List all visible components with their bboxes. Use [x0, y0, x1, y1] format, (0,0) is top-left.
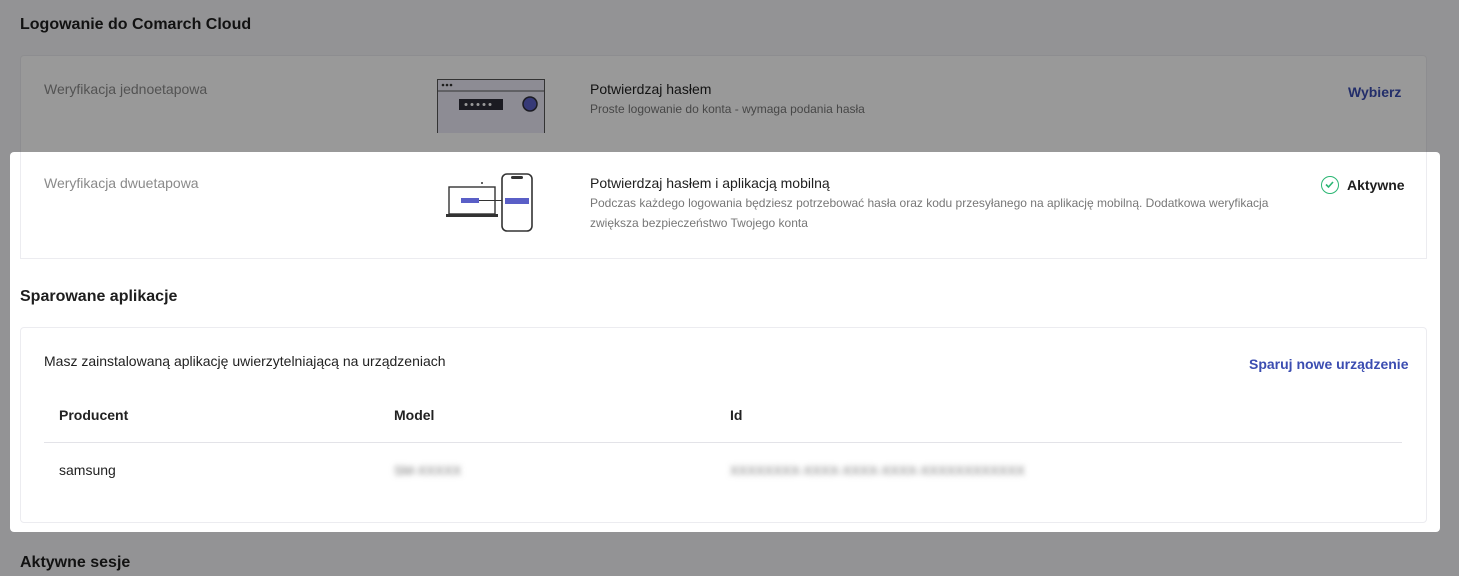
- laptop-phone-illustration-icon: [446, 172, 536, 234]
- two-step-status: Aktywne: [1321, 176, 1405, 194]
- table-divider: [44, 442, 1402, 443]
- th-producer: Producent: [59, 407, 129, 423]
- th-id: Id: [730, 407, 743, 423]
- two-step-option-title: Potwierdzaj hasłem i aplikacją mobilną: [590, 175, 830, 191]
- row-producer: samsung: [59, 462, 116, 478]
- th-model: Model: [394, 407, 435, 423]
- two-step-option-desc-2: zwiększa bezpieczeństwo Twojego konta: [590, 216, 808, 230]
- paired-apps-title: Sparowane aplikacje: [20, 288, 178, 305]
- two-step-label: Weryfikacja dwuetapowa: [44, 175, 199, 191]
- check-circle-icon: [1321, 176, 1339, 194]
- status-active-text: Aktywne: [1347, 177, 1405, 193]
- pair-new-device-button[interactable]: Sparuj nowe urządzenie: [1249, 356, 1408, 372]
- row-id: XXXXXXXX-XXXX-XXXX-XXXX-XXXXXXXXXXXX: [730, 463, 1025, 478]
- two-step-option-desc-1: Podczas każdego logowania będziesz potrz…: [590, 196, 1269, 210]
- paired-apps-info: Masz zainstalowaną aplikację uwierzyteln…: [44, 353, 446, 369]
- row-model: SM-XXXXX: [394, 463, 462, 478]
